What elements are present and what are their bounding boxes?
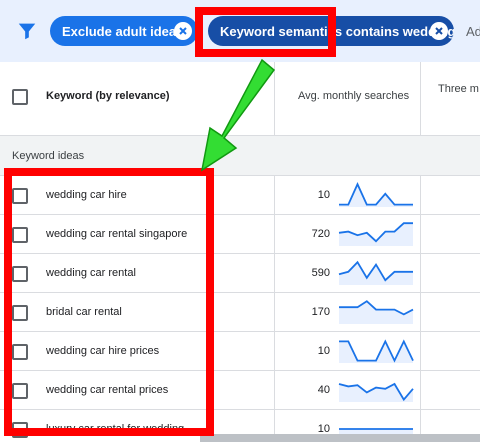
annotation-box-filter — [195, 7, 336, 57]
close-icon[interactable] — [430, 22, 448, 40]
column-divider — [420, 332, 421, 371]
column-divider — [420, 215, 421, 254]
section-label: Keyword ideas — [12, 150, 85, 162]
trend-sparkline — [339, 339, 414, 363]
filter-chip-exclude-adult[interactable]: Exclude adult ideas — [50, 16, 198, 46]
avg-monthly-searches: 590 — [311, 267, 330, 279]
annotation-arrow-icon — [200, 58, 276, 172]
sparkline-line — [339, 182, 413, 206]
column-header-keyword[interactable]: Keyword (by relevance) — [46, 90, 170, 102]
avg-monthly-searches: 720 — [311, 228, 330, 240]
annotation-box-keywords — [4, 168, 214, 436]
trend-sparkline — [338, 222, 413, 246]
avg-monthly-searches: 40 — [317, 384, 330, 396]
trend-sparkline — [339, 182, 413, 207]
select-all-checkbox[interactable] — [12, 89, 28, 105]
column-header-avg-monthly-searches[interactable]: Avg. monthly searches — [298, 90, 409, 102]
column-divider — [420, 62, 421, 136]
column-divider — [420, 176, 421, 215]
trend-sparkline — [339, 300, 414, 324]
avg-monthly-searches: 10 — [317, 189, 330, 201]
close-icon[interactable] — [174, 22, 192, 40]
filter-icon[interactable] — [16, 20, 38, 42]
column-divider — [420, 293, 421, 332]
add-filter-link[interactable]: Add — [466, 24, 480, 39]
trend-sparkline — [338, 382, 414, 402]
sparkline-area — [339, 223, 413, 246]
trend-sparkline — [338, 260, 413, 285]
avg-monthly-searches: 10 — [317, 345, 330, 357]
avg-monthly-searches: 170 — [311, 306, 330, 318]
horizontal-scrollbar[interactable] — [200, 434, 480, 442]
column-divider — [420, 254, 421, 293]
column-header-three-month-change[interactable]: Three m... — [438, 82, 480, 96]
column-divider — [420, 371, 421, 410]
filter-chip-label: Exclude adult ideas — [62, 23, 184, 39]
